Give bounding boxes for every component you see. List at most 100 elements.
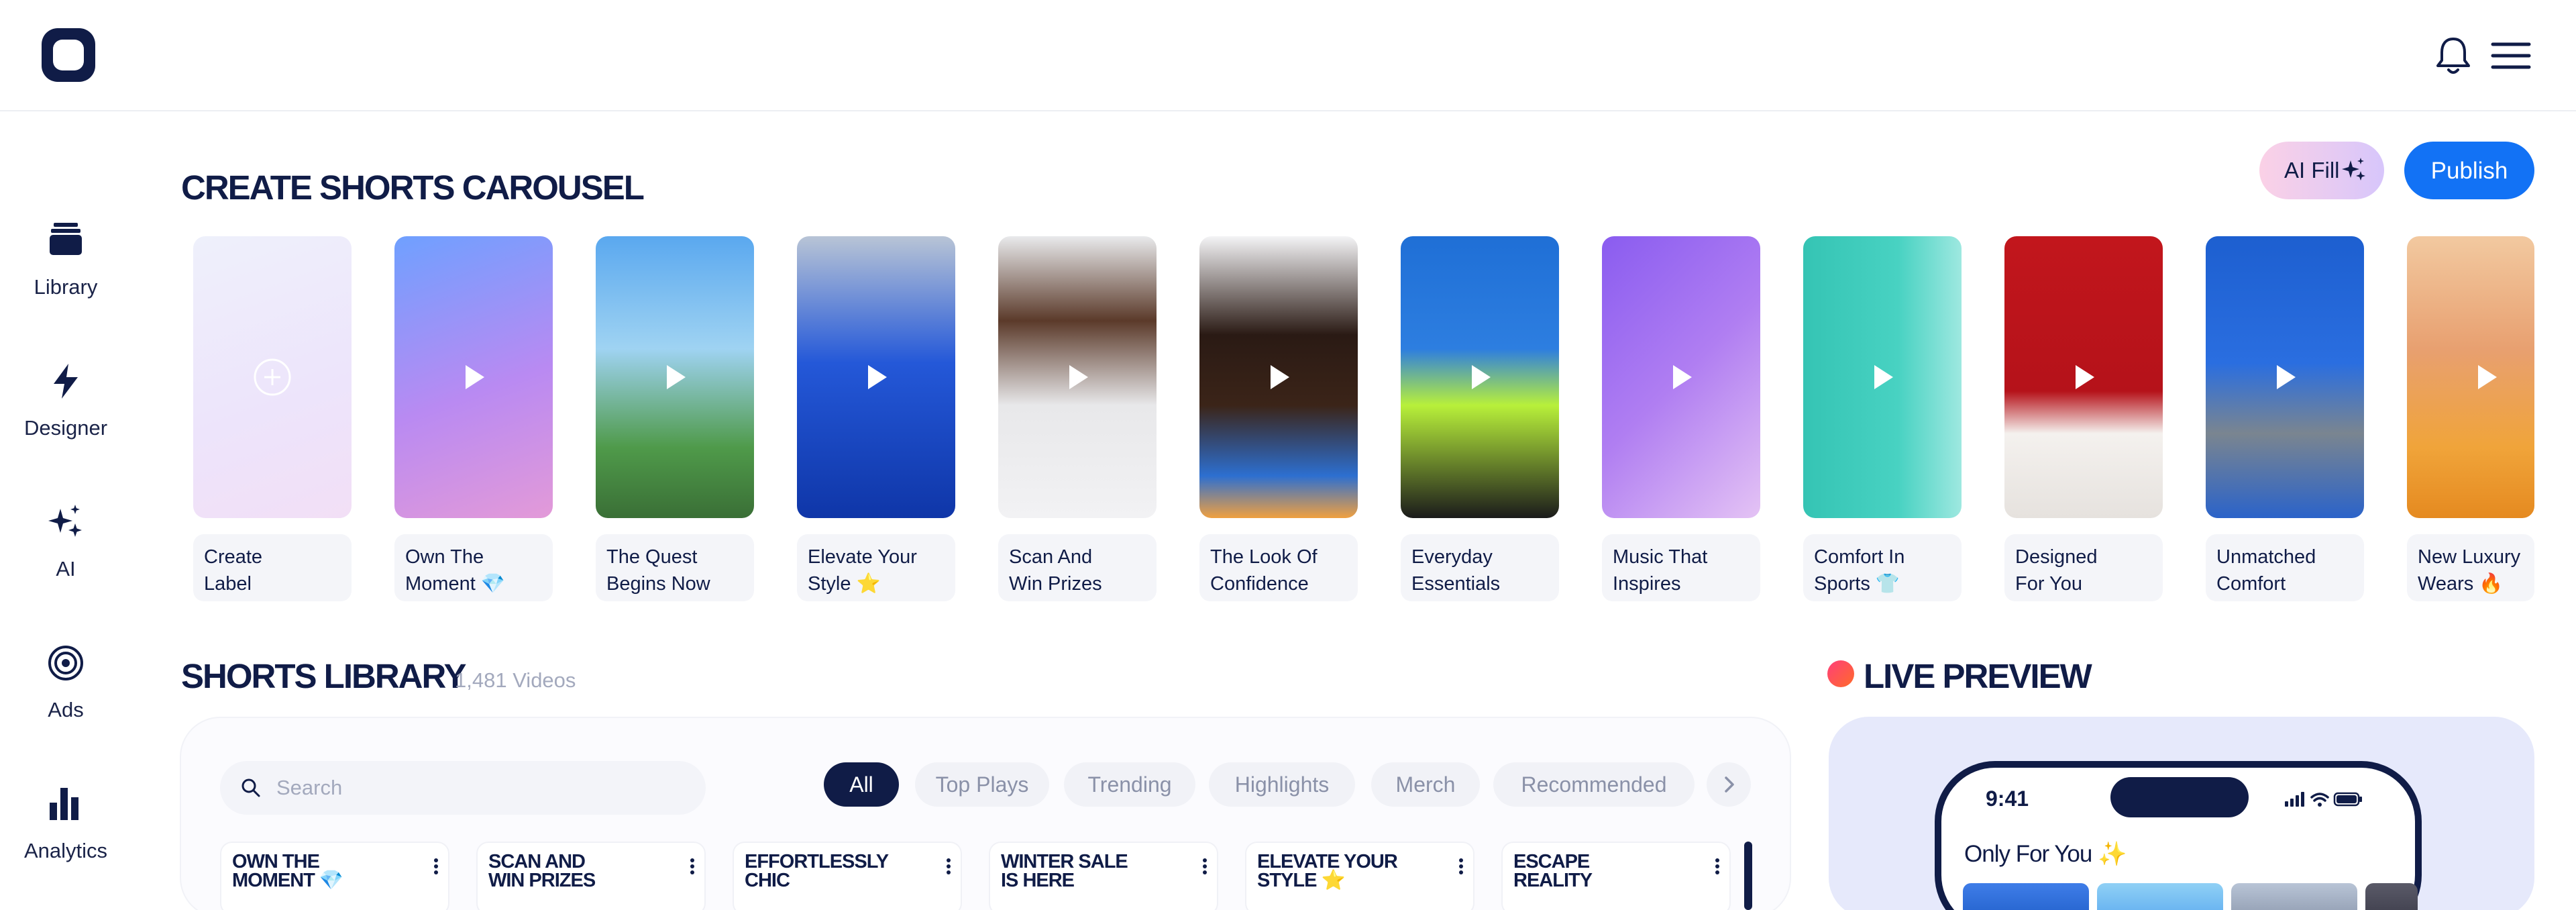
sparkles-icon (2342, 158, 2365, 181)
video-thumbnail (1401, 236, 1559, 518)
preview-thumbnail[interactable] (2097, 883, 2223, 910)
sidebar-item-label: Ads (48, 698, 84, 721)
filter-chip-trending[interactable]: Trending (1064, 762, 1195, 807)
card-caption-line1: Scan And (1009, 546, 1093, 568)
video-title: ESCAPE REALITY (1513, 852, 1593, 891)
preview-thumbnail[interactable] (2231, 883, 2357, 910)
target-icon (48, 646, 83, 680)
filter-chip-recommended[interactable]: Recommended (1493, 762, 1695, 807)
sidebar-item-library[interactable]: Library (0, 220, 131, 334)
more-options-icon[interactable] (1715, 858, 1720, 875)
video-title: OWN THE MOMENT 💎 (232, 851, 343, 891)
more-options-icon[interactable] (1458, 858, 1464, 875)
card-caption-line2: Win Prizes (1009, 573, 1102, 595)
play-icon[interactable] (660, 362, 690, 392)
card-caption-line1: Own The (405, 546, 484, 568)
card-caption-line1: Designed (2015, 546, 2098, 568)
play-icon[interactable] (1666, 362, 1696, 392)
video-title-line1: OWN THE (232, 851, 320, 872)
card-caption-line1: New Luxury (2418, 546, 2521, 568)
preview-thumbnail[interactable] (2365, 883, 2418, 910)
video-title-line2: STYLE ⭐ (1257, 870, 1346, 891)
more-options-icon[interactable] (946, 858, 951, 875)
library-video-card[interactable]: ELEVATE YOUR STYLE ⭐ (1245, 842, 1474, 910)
video-count: 1,481 Videos (455, 668, 576, 692)
card-caption: The Quest Begins Now (596, 534, 754, 601)
card-caption: New Luxury Wears 🔥 (2407, 534, 2534, 601)
sidebar-item-label: Library (34, 275, 98, 299)
search-input[interactable] (276, 772, 679, 804)
sidebar-item-label: Designer (23, 416, 108, 440)
video-title-line2: WIN PRIZES (488, 870, 596, 891)
card-caption-line2: Confidence (1210, 573, 1309, 595)
library-video-card[interactable]: OWN THE MOMENT 💎 (220, 842, 449, 910)
card-caption: Comfort In Sports 👕 (1803, 534, 1962, 601)
card-caption-line1: Everyday (1411, 546, 1493, 568)
sidebar-item-designer[interactable]: Designer (0, 361, 131, 475)
library-video-card[interactable]: EFFORTLESSLY CHIC (733, 842, 962, 910)
video-title-line2: REALITY (1513, 870, 1593, 891)
plus-circle-icon (254, 358, 291, 396)
create-card-placeholder (193, 236, 352, 518)
sidebar-item-analytics[interactable]: Analytics (0, 784, 131, 898)
bell-icon[interactable] (2430, 32, 2477, 79)
video-thumbnail (1803, 236, 1962, 518)
sidebar-item-ai[interactable]: AI (0, 502, 131, 616)
sidebar-item-label: AI (56, 557, 76, 580)
more-options-icon[interactable] (433, 858, 439, 875)
video-title-line1: WINTER SALE (1001, 851, 1128, 872)
battery-icon (2333, 792, 2362, 807)
bolt-icon (54, 364, 78, 399)
ai-fill-label: AI Fill (2284, 158, 2340, 183)
library-video-card[interactable]: WINTER SALE IS HERE (989, 842, 1218, 910)
play-icon[interactable] (2069, 362, 2098, 392)
card-caption: Music That Inspires (1602, 534, 1760, 601)
hamburger-menu-icon[interactable] (2489, 35, 2533, 77)
video-thumbnail (394, 236, 553, 518)
preview-thumbnail[interactable] (1963, 883, 2089, 910)
play-icon[interactable] (2270, 362, 2300, 392)
card-caption: Create Label (193, 534, 352, 601)
card-caption-line2: Inspires (1613, 573, 1681, 595)
more-options-icon[interactable] (690, 858, 695, 875)
sidebar: Library Designer AI Ads Analytics (0, 111, 131, 910)
wifi-icon (2310, 793, 2329, 807)
play-icon[interactable] (1264, 362, 1293, 392)
video-thumbnail (2004, 236, 2163, 518)
video-thumbnail (596, 236, 754, 518)
card-caption-line2: Comfort (2216, 573, 2286, 595)
play-icon[interactable] (1868, 362, 1897, 392)
library-video-card[interactable]: ESCAPE REALITY (1501, 842, 1731, 910)
play-icon[interactable] (1465, 362, 1495, 392)
search-box[interactable] (220, 761, 706, 815)
publish-button[interactable]: Publish (2404, 142, 2534, 199)
card-caption: Unmatched Comfort (2206, 534, 2364, 601)
more-options-icon[interactable] (1202, 858, 1208, 875)
sparkles-icon (48, 505, 82, 537)
publish-label: Publish (2430, 158, 2508, 184)
play-icon[interactable] (459, 362, 488, 392)
card-caption-line1: Music That (1613, 546, 1708, 568)
library-scrollbar[interactable] (1744, 842, 1752, 910)
live-preview-title: LIVE PREVIEW (1864, 657, 2092, 695)
play-icon[interactable] (1063, 362, 1092, 392)
play-icon[interactable] (861, 362, 891, 392)
live-indicator-icon (1827, 660, 1854, 687)
library-title: SHORTS LIBRARY (181, 657, 466, 695)
filter-chip-highlights[interactable]: Highlights (1209, 762, 1355, 807)
play-icon[interactable] (2471, 362, 2501, 392)
filter-chip-all[interactable]: All (824, 762, 899, 807)
ai-fill-button[interactable]: AI Fill (2259, 142, 2384, 199)
filters-next-button[interactable] (1707, 762, 1751, 807)
library-video-card[interactable]: SCAN AND WIN PRIZES (476, 842, 706, 910)
video-thumbnail (2206, 236, 2364, 518)
sidebar-item-ads[interactable]: Ads (0, 643, 131, 757)
card-caption: Scan And Win Prizes (998, 534, 1157, 601)
card-caption-line2: Essentials (1411, 573, 1501, 595)
app-logo[interactable] (42, 28, 95, 82)
card-caption-line2: For You (2015, 573, 2082, 595)
filter-chip-top-plays[interactable]: Top Plays (915, 762, 1049, 807)
card-caption-line2: Style ⭐ (808, 573, 881, 595)
video-title-line1: ELEVATE YOUR (1257, 851, 1398, 872)
filter-chip-merch[interactable]: Merch (1371, 762, 1480, 807)
